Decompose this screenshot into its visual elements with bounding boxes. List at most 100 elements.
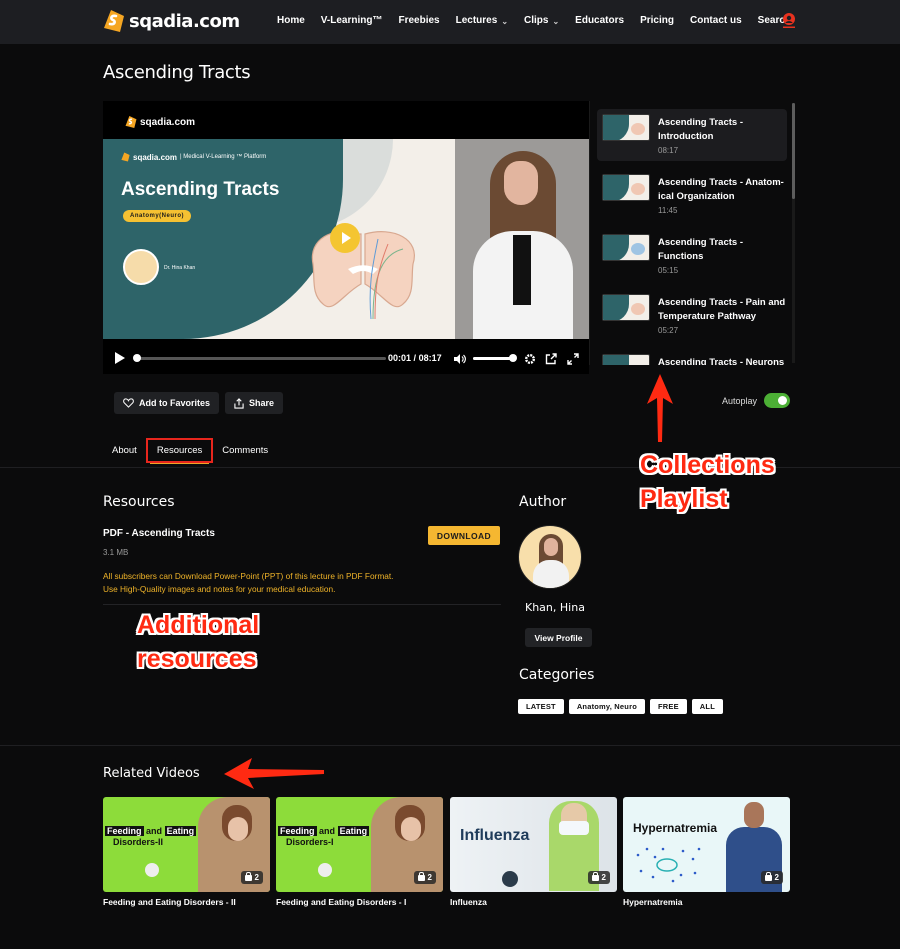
slide-presenter-avatar: [123, 249, 159, 285]
presenter-video: [455, 139, 589, 339]
volume-handle[interactable]: [509, 354, 517, 362]
nav-pricing[interactable]: Pricing: [640, 15, 674, 26]
resource-name: PDF - Ascending Tracts: [103, 528, 215, 539]
related-video-card[interactable]: Hypernatremia 2 Hypernatremia: [623, 797, 790, 907]
annotation-text: Playlist: [640, 485, 728, 513]
lesson-count: 2: [601, 873, 606, 882]
slide-presenter-name: Dr. Hina Khan: [164, 265, 196, 271]
autoplay-control: Autoplay: [722, 393, 791, 408]
author-name: Khan, Hina: [525, 601, 585, 614]
add-to-favorites-button[interactable]: Add to Favorites: [114, 392, 220, 414]
nav-label: Clips: [524, 15, 549, 26]
lesson-count-badge: 2: [240, 871, 263, 884]
playlist-item-duration: 05:15: [658, 266, 679, 275]
thumb-text: Influenza: [460, 827, 530, 844]
video-frame[interactable]: sqadia.com | Medical V-Learning ™ Platfo…: [103, 139, 589, 339]
autoplay-toggle[interactable]: [764, 393, 791, 408]
popout-icon[interactable]: [545, 352, 557, 365]
nav-label: Home: [277, 15, 305, 26]
top-navbar: sqadia.com Home V-Learning™ Freebies Lec…: [0, 0, 900, 44]
settings-gear-icon[interactable]: [524, 352, 536, 364]
thumb-text: Disorders-I: [286, 837, 334, 847]
related-video-thumbnail: Feeding and Eating Disorders-I 2: [276, 797, 443, 892]
time-separator: /: [413, 353, 417, 363]
playlist-item[interactable]: Ascending Tracts - Neurons: [597, 349, 787, 365]
nav-clips[interactable]: Clips ⌄: [524, 15, 559, 26]
nav-label: Contact us: [689, 15, 742, 26]
categories-heading: Categories: [519, 667, 595, 683]
play-overlay-button[interactable]: [330, 223, 360, 253]
annotation-text: Collections: [640, 451, 775, 479]
view-profile-button[interactable]: View Profile: [525, 628, 592, 647]
playlist-item[interactable]: Ascending Tracts - Introduction 08:17: [597, 109, 787, 161]
logo-text: sqadia.com: [129, 10, 240, 32]
download-button[interactable]: DOWNLOAD: [428, 526, 500, 545]
time-display: 00:01 / 08:17: [388, 353, 442, 363]
sqadia-logo-icon: [121, 152, 130, 162]
nav-educators[interactable]: Educators: [575, 15, 624, 26]
playlist-item[interactable]: Ascending Tracts - Functions 05:15: [597, 229, 787, 281]
thumb-text: and: [146, 826, 163, 836]
seek-handle[interactable]: [132, 354, 141, 362]
nav-v-learning[interactable]: V-Learning™: [321, 15, 383, 26]
related-video-card[interactable]: Feeding and Eating Disorders-I 2 Feeding…: [276, 797, 443, 907]
chevron-down-icon: ⌄: [552, 17, 560, 26]
video-player[interactable]: sqadia.com sqadia.com | Medical V-Learni…: [103, 101, 589, 374]
tab-resources[interactable]: Resources: [145, 438, 214, 464]
category-tag-free[interactable]: FREE: [649, 699, 687, 714]
thumb-text: Feeding: [278, 826, 317, 836]
playlist-item-title: Ascending Tracts - Anatom-ical Organizat…: [658, 177, 784, 202]
thumb-text: Eating: [164, 826, 197, 836]
collection-playlist[interactable]: Ascending Tracts - Introduction 08:17 As…: [589, 101, 797, 365]
volume-slider[interactable]: [473, 354, 517, 362]
thumb-text: Feeding: [105, 826, 144, 836]
playlist-item[interactable]: Ascending Tracts - Pain and Temperature …: [597, 289, 787, 341]
total-duration: 08:17: [418, 353, 442, 363]
related-video-title: Feeding and Eating Disorders - I: [276, 897, 407, 907]
sqadia-logo-icon: [125, 115, 137, 129]
resource-note-line: All subscribers can Download Power-Point…: [103, 571, 394, 581]
fullscreen-icon[interactable]: [567, 352, 579, 365]
tab-about[interactable]: About: [103, 440, 146, 461]
category-tag-latest[interactable]: LATEST: [518, 699, 564, 714]
playlist-item[interactable]: Ascending Tracts - Anatom-ical Organizat…: [597, 169, 787, 221]
playlist-item-title: Ascending Tracts - Pain and Temperature …: [658, 297, 786, 322]
heart-icon: [123, 398, 134, 408]
play-icon[interactable]: [115, 352, 125, 364]
volume-icon[interactable]: [453, 352, 466, 364]
playlist-thumbnail: [602, 354, 650, 365]
nav-contact-us[interactable]: Contact us: [690, 15, 742, 26]
player-controls: 00:01 / 08:17: [103, 347, 589, 369]
share-label: Share: [249, 398, 275, 408]
share-button[interactable]: Share: [225, 392, 284, 414]
seek-bar[interactable]: [132, 354, 386, 362]
related-video-title: Feeding and Eating Disorders - II: [103, 897, 236, 907]
related-video-card[interactable]: Feeding and Eating Disorders-II 2 Feedin…: [103, 797, 270, 907]
related-video-card[interactable]: Influenza 2 Influenza: [450, 797, 617, 907]
nav-lectures[interactable]: Lectures ⌄: [456, 15, 508, 26]
category-tag-anatomy-neuro[interactable]: Anatomy, Neuro: [568, 699, 645, 714]
nav-home[interactable]: Home: [277, 15, 305, 26]
lock-icon: [591, 871, 599, 881]
annotation-collections-playlist: Collections Playlist: [640, 448, 775, 516]
thumb-text: Disorders-II: [113, 837, 164, 847]
lesson-count-badge: 2: [760, 871, 783, 884]
related-video-thumbnail: Hypernatremia 2: [623, 797, 790, 892]
author-avatar: [518, 525, 582, 589]
slide-tagline: | Medical V-Learning ™ Platform: [180, 154, 267, 160]
thumb-text: Eating: [337, 826, 370, 836]
playlist-thumbnail: [602, 174, 650, 201]
nav-label: Pricing: [640, 15, 674, 26]
category-tag-all[interactable]: ALL: [691, 699, 723, 714]
user-account-icon[interactable]: [782, 12, 796, 30]
tab-comments[interactable]: Comments: [213, 440, 277, 461]
related-video-title: Influenza: [450, 897, 487, 907]
nav-label: V-Learning™: [320, 15, 383, 26]
playlist-scrollbar[interactable]: [792, 103, 795, 199]
page-title: Ascending Tracts: [103, 62, 251, 83]
site-logo[interactable]: sqadia.com: [103, 9, 240, 33]
thumb-text: Hypernatremia: [633, 821, 718, 835]
annotation-additional-resources: Additional resources: [137, 608, 259, 676]
sqadia-logo-icon: [103, 9, 125, 33]
nav-freebies[interactable]: Freebies: [398, 15, 439, 26]
